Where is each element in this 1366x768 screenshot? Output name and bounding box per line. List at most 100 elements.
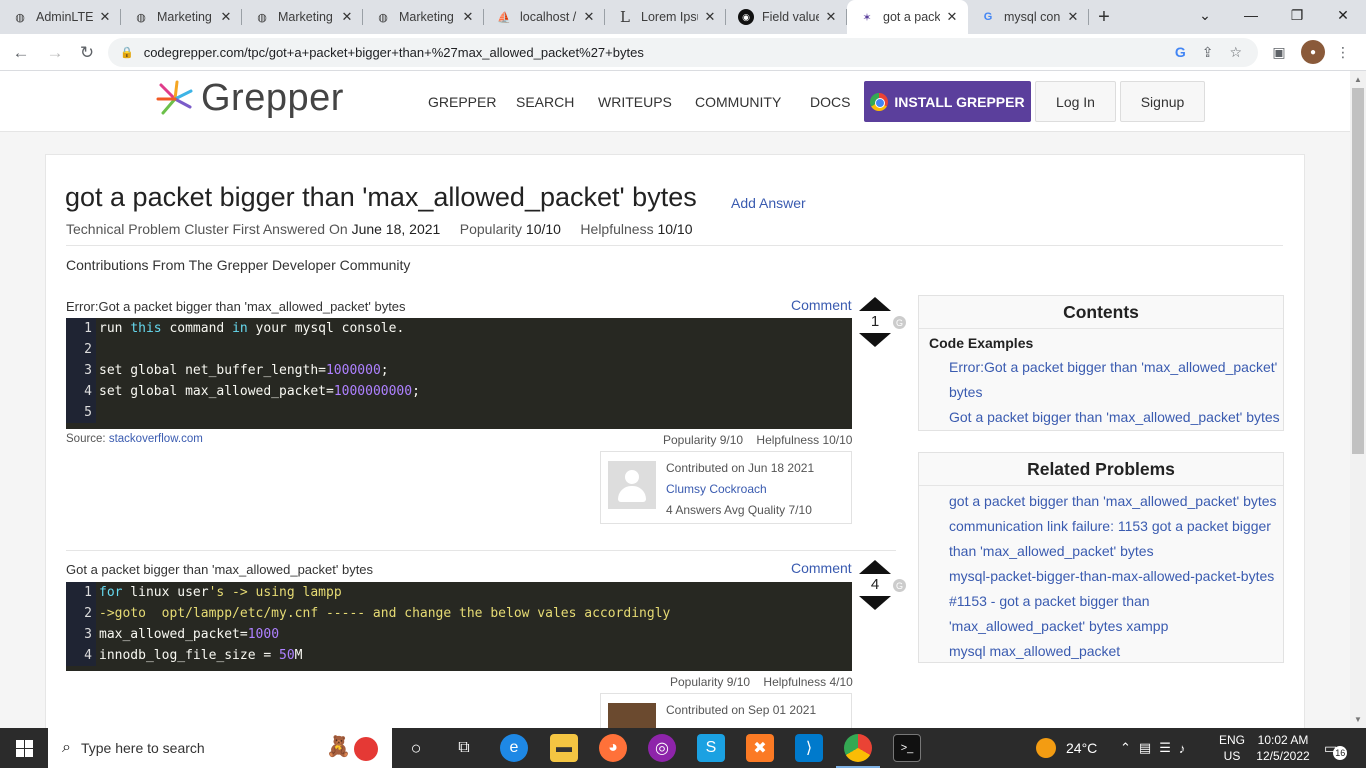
browser-tab[interactable]: ◍ Marketing ✕ bbox=[242, 0, 363, 34]
close-tab-icon[interactable]: ✕ bbox=[97, 9, 113, 25]
volume-icon[interactable]: ♪ bbox=[1179, 741, 1186, 756]
terminal-icon[interactable]: >_ bbox=[893, 734, 921, 762]
start-button[interactable] bbox=[0, 728, 48, 768]
browser-tab[interactable]: ◍ Marketing ✕ bbox=[363, 0, 484, 34]
minimize-icon[interactable]: — bbox=[1228, 0, 1274, 30]
code-block[interactable]: 1 for linux user's -> using lampp 2 ->goto… bbox=[66, 582, 852, 671]
vscode-icon[interactable]: ⟩ bbox=[795, 734, 823, 762]
profile-avatar[interactable]: ● bbox=[1301, 40, 1325, 64]
google-icon[interactable]: G bbox=[1175, 44, 1186, 61]
related-link[interactable]: got a packet bigger than 'max_allowed_pa… bbox=[919, 489, 1283, 514]
edge-icon[interactable]: e bbox=[500, 734, 528, 762]
downvote-icon[interactable] bbox=[859, 596, 891, 610]
close-tab-icon[interactable]: ✕ bbox=[339, 9, 355, 25]
related-link[interactable]: mysql-packet-bigger-than-max-allowed-pac… bbox=[919, 564, 1283, 589]
scroll-up-icon[interactable]: ▲ bbox=[1354, 75, 1362, 84]
line-number: 5 bbox=[66, 402, 96, 423]
avatar[interactable] bbox=[608, 461, 656, 509]
address-bar[interactable]: 🔒 codegrepper.com/tpc/got+a+packet+bigge… bbox=[108, 38, 1258, 67]
search-highlight-icon bbox=[354, 737, 378, 761]
xampp-icon[interactable]: ✖ bbox=[746, 734, 774, 762]
close-tab-icon[interactable]: ✕ bbox=[823, 9, 839, 25]
firefox-icon[interactable]: ◕ bbox=[599, 734, 627, 762]
browser-tab[interactable]: ◍ AdminLTE ✕ bbox=[0, 0, 121, 34]
task-view-icon[interactable]: ⧉ bbox=[450, 734, 478, 762]
close-tab-icon[interactable]: ✕ bbox=[1065, 9, 1081, 25]
browser-tab-active[interactable]: ✶ got a pack ✕ bbox=[847, 0, 968, 34]
code-line: 4 set global max_allowed_packet=100000000… bbox=[66, 381, 852, 402]
close-tab-icon[interactable]: ✕ bbox=[581, 9, 597, 25]
skype-icon[interactable]: S bbox=[697, 734, 725, 762]
contents-link[interactable]: Error:Got a packet bigger than 'max_allo… bbox=[919, 355, 1283, 380]
contents-link[interactable]: Got a packet bigger than 'max_allowed_pa… bbox=[919, 405, 1283, 430]
close-tab-icon[interactable]: ✕ bbox=[460, 9, 476, 25]
upvote-icon[interactable] bbox=[859, 297, 891, 311]
scrollbar-thumb[interactable] bbox=[1352, 88, 1364, 454]
nav-writeups[interactable]: WRITEUPS bbox=[598, 94, 672, 110]
page-scrollbar[interactable]: ▲ ▼ bbox=[1350, 71, 1366, 728]
signup-button[interactable]: Signup bbox=[1120, 81, 1205, 122]
close-tab-icon[interactable]: ✕ bbox=[702, 9, 718, 25]
browser-tab[interactable]: Gmysql con ✕ bbox=[968, 0, 1089, 34]
task-view-circle-icon[interactable]: ○ bbox=[402, 734, 430, 762]
related-link[interactable]: mysql max_allowed_packet bbox=[919, 639, 1283, 664]
install-grepper-button[interactable]: INSTALL GREPPER bbox=[864, 81, 1031, 122]
nav-grepper[interactable]: GREPPER bbox=[428, 94, 496, 110]
clock[interactable]: 10:02 AM 12/5/2022 bbox=[1256, 728, 1310, 768]
tab-search-chevron-icon[interactable]: ⌄ bbox=[1182, 0, 1228, 30]
related-link[interactable]: 'max_allowed_packet' bytes xampp bbox=[919, 614, 1283, 639]
code-block[interactable]: 1 run this command in your mysql console.… bbox=[66, 318, 852, 429]
code-text: set global max_allowed_packet= bbox=[99, 384, 334, 399]
code-text: M bbox=[294, 648, 303, 663]
comment-link[interactable]: Comment bbox=[791, 560, 852, 576]
browser-tab[interactable]: ◉ Field value ✕ bbox=[726, 0, 847, 34]
file-explorer-icon[interactable]: ▬ bbox=[550, 734, 578, 762]
forward-icon[interactable]: → bbox=[42, 40, 68, 66]
close-tab-icon[interactable]: ✕ bbox=[218, 9, 234, 25]
game-icon[interactable]: ◎ bbox=[648, 734, 676, 762]
back-icon[interactable]: ← bbox=[8, 40, 34, 66]
browser-tab[interactable]: L Lorem Ipsu ✕ bbox=[605, 0, 726, 34]
star-icon[interactable]: ☆ bbox=[1229, 44, 1242, 61]
weather-widget[interactable]: 24°C bbox=[1036, 728, 1097, 768]
answer-popularity: Popularity 9/10 bbox=[663, 433, 744, 447]
chrome-icon[interactable] bbox=[844, 734, 872, 762]
share-icon[interactable]: ⇪ bbox=[1202, 44, 1214, 61]
downvote-icon[interactable] bbox=[859, 333, 891, 347]
nav-community[interactable]: COMMUNITY bbox=[695, 94, 781, 110]
source-link[interactable]: stackoverflow.com bbox=[109, 433, 203, 445]
add-answer-link[interactable]: Add Answer bbox=[731, 195, 806, 211]
menu-icon[interactable]: ⋮ bbox=[1331, 40, 1355, 64]
meta-date: June 18, 2021 bbox=[351, 221, 441, 237]
related-link[interactable]: than 'max_allowed_packet' bytes bbox=[919, 539, 1283, 564]
browser-tab[interactable]: ⛵ localhost / ✕ bbox=[484, 0, 605, 34]
author-link[interactable]: Clumsy Cockroach bbox=[666, 482, 767, 496]
notifications-button[interactable]: ▭ 16 bbox=[1324, 728, 1348, 768]
grepper-logo[interactable]: Grepper bbox=[155, 77, 344, 120]
upvote-icon[interactable] bbox=[859, 560, 891, 574]
maximize-icon[interactable]: ❐ bbox=[1274, 0, 1320, 30]
close-tab-icon[interactable]: ✕ bbox=[944, 9, 960, 25]
network-icon[interactable]: ☰ bbox=[1159, 740, 1171, 756]
close-window-icon[interactable]: ✕ bbox=[1320, 0, 1366, 30]
tab-title: Marketing bbox=[399, 10, 454, 24]
related-link[interactable]: #1153 - got a packet bigger than bbox=[919, 589, 1283, 614]
related-link[interactable]: communication link failure: 1153 got a p… bbox=[919, 514, 1283, 539]
reload-icon[interactable]: ↻ bbox=[74, 40, 100, 66]
tray-device-icon[interactable]: ▤ bbox=[1139, 740, 1151, 756]
contents-link[interactable]: bytes bbox=[919, 380, 1283, 405]
browser-tab[interactable]: ◍ Marketing ✕ bbox=[121, 0, 242, 34]
taskbar-search[interactable]: ⌕ Type here to search 🧸 bbox=[48, 728, 392, 768]
nav-docs[interactable]: DOCS bbox=[810, 94, 850, 110]
comment-link[interactable]: Comment bbox=[791, 297, 852, 313]
tray-chevron-icon[interactable]: ⌃ bbox=[1120, 740, 1131, 756]
globe-icon: ◍ bbox=[378, 11, 388, 24]
scroll-down-icon[interactable]: ▼ bbox=[1354, 715, 1362, 724]
login-button[interactable]: Log In bbox=[1035, 81, 1116, 122]
side-panel-icon[interactable]: ▣ bbox=[1267, 40, 1291, 64]
nav-search[interactable]: SEARCH bbox=[516, 94, 574, 110]
new-tab-button[interactable]: + bbox=[1089, 0, 1119, 34]
language-indicator[interactable]: ENG US bbox=[1219, 728, 1245, 768]
avatar[interactable] bbox=[608, 703, 656, 729]
clock-time: 10:02 AM bbox=[1257, 733, 1309, 747]
